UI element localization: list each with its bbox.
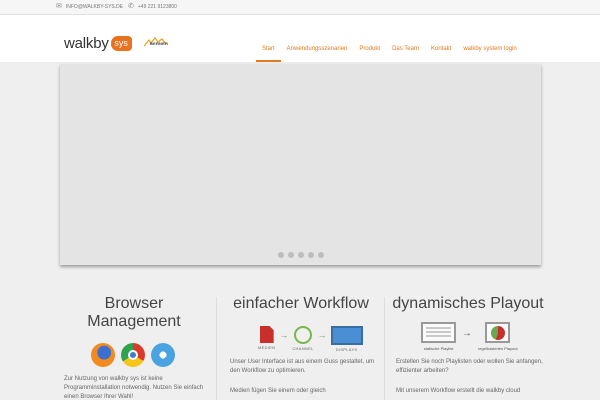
workflow-step-channel: CHANNEL (292, 326, 313, 351)
phone-icon: ✆ (128, 3, 134, 10)
site-header: walkby sys BERNER Start Anwendungsszenar… (0, 15, 600, 63)
feature-text: Zur Nutzung von walkby sys ist keine Pro… (64, 376, 204, 400)
nav-item-das-team[interactable]: Das Team (386, 45, 425, 63)
feature-title: einfacher Workflow (233, 295, 369, 312)
playout-label: statische Playlist (423, 346, 454, 351)
feature-title: dynamisches Playout (392, 295, 544, 312)
feature-dynamic-playout: dynamisches Playout (392, 295, 544, 313)
slider-dot[interactable] (317, 252, 324, 258)
firefox-icon (91, 343, 115, 367)
walkby-logo[interactable]: walkby sys (64, 35, 132, 52)
safari-icon (151, 343, 175, 367)
arrow-right-icon: → (317, 330, 327, 340)
feature-text: Unser User Interface ist aus einem Guss … (230, 359, 375, 374)
playout-diagram: statische Playlist → regelbasiertes Play… (421, 322, 518, 351)
slider-pagination (60, 252, 541, 258)
logo-text: walkby (64, 35, 109, 52)
workflow-step-displays: DISPLAYS (330, 326, 363, 352)
arrow-right-icon: → (279, 330, 289, 340)
workflow-step-media: MEDIEN (258, 326, 275, 350)
nav-item-start[interactable]: Start (256, 45, 281, 63)
slider-dot[interactable] (287, 252, 294, 258)
pie-chart-screen-icon (485, 322, 511, 343)
feature-text: Mit unserem Workflow erstellt die walkby… (396, 388, 521, 394)
main-nav: Start Anwendungsszenarien Produkt Das Te… (256, 45, 523, 63)
pie-chart-icon (490, 325, 505, 340)
top-contact-bar: ✉ INFO@WALKBY-SYS.DE ✆ +49 221 9123800 (0, 0, 600, 15)
static-playlist: statische Playlist (421, 322, 456, 351)
slider-dot[interactable] (277, 252, 284, 258)
hero-slider[interactable] (60, 64, 541, 265)
partner-logo-text: BERNER (150, 41, 169, 46)
playout-label: regelbasiertes Playout (478, 346, 518, 351)
workflow-diagram: MEDIEN → CHANNEL → DISPLAYS (258, 326, 363, 352)
arrow-right-icon: → (462, 328, 472, 339)
contact-email[interactable]: ✉ INFO@WALKBY-SYS.DE (56, 3, 123, 10)
workflow-step-label: MEDIEN (258, 345, 276, 350)
rule-based-playout: regelbasiertes Playout (478, 322, 518, 351)
phone-text[interactable]: +49 221 9123800 (138, 4, 177, 10)
nav-item-kontakt[interactable]: Kontakt (425, 45, 457, 63)
nav-item-produkt[interactable]: Produkt (353, 45, 386, 63)
column-divider (384, 297, 385, 400)
feature-text: Medien fügen Sie einem oder gleich (230, 388, 326, 394)
cycle-icon (293, 326, 312, 344)
chrome-icon (121, 343, 145, 367)
feature-title: Browser Management (87, 295, 181, 330)
feature-workflow: einfacher Workflow (226, 295, 376, 313)
nav-item-system-login[interactable]: walkby system login (457, 45, 522, 63)
display-icon (330, 326, 363, 345)
slider-dot[interactable] (307, 252, 314, 258)
browser-icons (91, 343, 175, 367)
feature-browser-management: Browser Management (60, 295, 208, 331)
logo-badge: sys (110, 36, 132, 51)
document-icon (259, 326, 274, 343)
contact-phone[interactable]: ✆ +49 221 9123800 (128, 3, 177, 10)
slider-dot[interactable] (297, 252, 304, 258)
envelope-icon: ✉ (56, 3, 62, 10)
email-text[interactable]: INFO@WALKBY-SYS.DE (66, 4, 123, 10)
workflow-step-label: DISPLAYS (335, 347, 358, 352)
feature-text: Erstellen Sie noch Playlisten oder wolle… (396, 359, 543, 374)
nav-item-anwendungsszenarien[interactable]: Anwendungsszenarien (281, 45, 354, 63)
column-divider (216, 297, 217, 400)
workflow-step-label: CHANNEL (292, 346, 314, 351)
playlist-screen-icon (421, 322, 456, 343)
